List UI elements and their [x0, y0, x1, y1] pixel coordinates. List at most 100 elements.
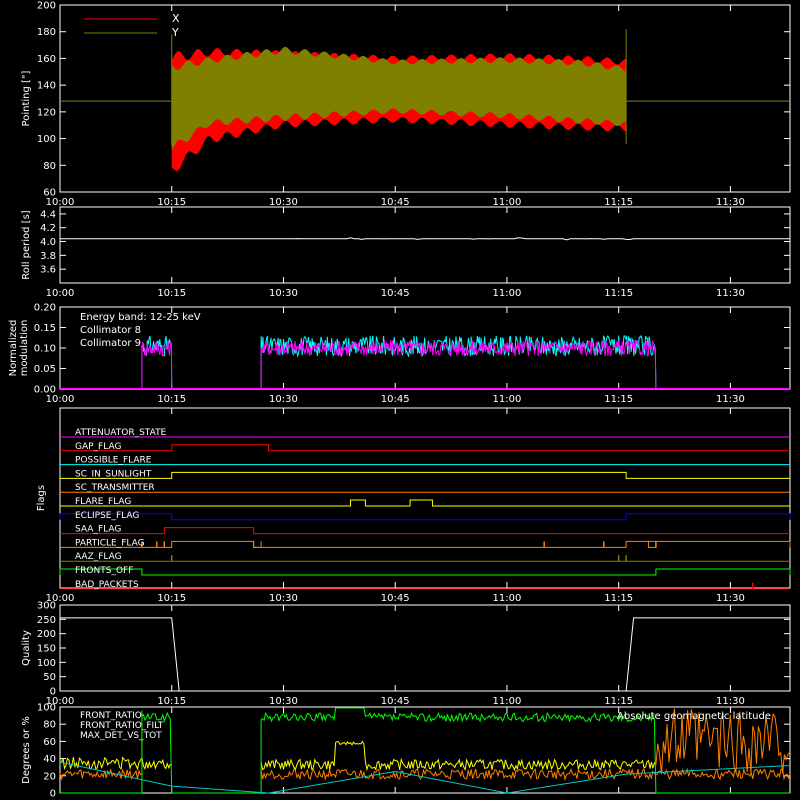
y-axis-label: Degrees or % [21, 716, 32, 784]
x-tick-label: 10:30 [269, 394, 298, 405]
y-tick-label: 4.4 [40, 209, 56, 220]
x-tick-label: 11:15 [604, 288, 633, 299]
flag-label: GAP_FLAG [75, 442, 121, 452]
flag-label: SC_IN_SUNLIGHT [75, 469, 152, 479]
flag-label: PARTICLE_FLAG [75, 538, 145, 548]
y-tick-label: 0.15 [34, 323, 56, 334]
x-tick-label: 11:15 [604, 593, 633, 604]
x-tick-label: 10:00 [46, 394, 75, 405]
quality-line [60, 617, 790, 692]
x-tick-label: 11:30 [716, 394, 745, 405]
y-tick-label: 200 [37, 629, 56, 640]
x-tick-label: 10:15 [157, 696, 186, 707]
flag-label: SAA_FLAG [75, 525, 121, 535]
legend-label-x: X [172, 12, 180, 25]
flag-label: BAD_PACKETS [75, 580, 139, 590]
x-tick-label: 11:00 [493, 593, 522, 604]
x-tick-label: 10:45 [381, 696, 410, 707]
y-tick-label: 100 [37, 703, 56, 714]
y-tick-label: 80 [43, 720, 56, 731]
flag-row-sc-transmitter: SC_TRANSMITTER [60, 483, 790, 493]
rhessi-summary-figure: 10:00 10:15 10:30 10:45 11:00 11:15 11:30 60 80 1… [8, 1, 791, 800]
flag-row-fronts-off: FRONTS_OFF [59, 566, 791, 576]
y-tick-label: 60 [43, 737, 56, 748]
legend-label-latitude: Absolute geomagnetic latitude [617, 711, 771, 722]
x-tick-label: 10:00 [46, 288, 75, 299]
flag-row-particle-flag: PARTICLE_FLAG [60, 538, 791, 548]
x-tick-label: 10:45 [381, 197, 410, 208]
flag-label: ATTENUATOR_STATE [75, 428, 167, 438]
flag-line [60, 471, 790, 479]
x-tick-label: 10:15 [157, 197, 186, 208]
x-tick-label: 11:30 [716, 696, 745, 707]
flag-label: SC_TRANSMITTER [75, 483, 155, 493]
x-tick-label: 11:00 [493, 288, 522, 299]
legend-label-collimator9: Collimator 9 [80, 338, 141, 349]
y-tick-label: 140 [37, 81, 56, 92]
legend-label-max-det: MAX_DET_VS_TOT [80, 731, 162, 741]
y-tick-label: 120 [37, 107, 56, 118]
x-tick-label: 10:15 [157, 288, 186, 299]
flag-label: AAZ_FLAG [75, 552, 122, 562]
x-tick-label: 11:00 [493, 394, 522, 405]
x-tick-label: 10:30 [269, 593, 298, 604]
modulation-line-collimator9 [141, 339, 657, 390]
flag-label: POSSIBLE_FLARE [75, 456, 152, 466]
flag-dip [253, 541, 262, 548]
flag-line [60, 540, 791, 548]
y-tick-label: 20 [43, 771, 56, 782]
y-axis-label: Roll period [s] [21, 210, 32, 279]
y-tick-label: 100 [37, 658, 56, 669]
x-tick-label: 10:30 [269, 288, 298, 299]
x-tick-label: 10:30 [269, 696, 298, 707]
legend-label-front-ratio: FRONT_RATIO [80, 711, 142, 721]
y-tick-label: 80 [43, 161, 56, 172]
legend-label-collimator8: Collimator 8 [80, 325, 141, 336]
roll-period-panel-frame [59, 206, 791, 284]
flag-label: FRONTS_OFF [75, 566, 133, 576]
x-tick-label: 11:00 [493, 197, 522, 208]
x-tick-label: 11:00 [493, 696, 522, 707]
x-tick-label: 11:15 [604, 394, 633, 405]
x-tick-label: 10:15 [157, 593, 186, 604]
y-axis-label: Normalizedmodulation [8, 320, 30, 377]
flag-row-possible-flare: POSSIBLE_FLARE [60, 456, 790, 466]
y-axis-label: Flags [36, 485, 47, 511]
flag-label: FLARE_FLAG [75, 497, 131, 507]
y-tick-label: 0.05 [34, 364, 56, 375]
x-tick-label: 11:30 [716, 288, 745, 299]
flag-row-bad-packets: BAD_PACKETS [60, 580, 790, 590]
y-tick-label: 0.20 [34, 303, 56, 314]
y-tick-label: 40 [43, 754, 56, 765]
flag-line [60, 527, 790, 535]
flag-row-aaz-flag: AAZ_FLAG [60, 552, 790, 562]
flag-line [60, 499, 790, 507]
x-tick-label: 11:15 [604, 197, 633, 208]
y-tick-label: 4.2 [40, 223, 56, 234]
x-tick-label: 10:15 [157, 394, 186, 405]
y-tick-label: 300 [37, 601, 56, 612]
x-tick-label: 10:30 [269, 197, 298, 208]
ratio-line-0 [59, 740, 657, 772]
modulation-line-collimator8 [141, 334, 657, 390]
flag-row-attenuator-state: ATTENUATOR_STATE [60, 428, 790, 438]
flag-row-gap-flag: GAP_FLAG [60, 442, 790, 452]
y-tick-label: 250 [37, 615, 56, 626]
y-tick-label: 0 [50, 687, 56, 698]
x-tick-label: 10:45 [381, 288, 410, 299]
flag-line [60, 444, 790, 452]
y-tick-label: 180 [37, 27, 56, 38]
flag-line [59, 513, 791, 521]
y-axis-label: Pointing ["] [21, 70, 32, 126]
x-tick-label: 10:45 [381, 394, 410, 405]
energy-band-annotation: Energy band: 12-25 keV [80, 312, 201, 323]
flag-dip [647, 541, 657, 548]
x-tick-label: 11:30 [716, 593, 745, 604]
flag-row-eclipse-flag: ECLIPSE_FLAG [59, 511, 791, 521]
roll-period-line [60, 237, 790, 241]
flag-row-flare-flag: FLARE_FLAG [60, 497, 790, 507]
y-tick-label: 200 [37, 1, 56, 12]
x-tick-label: 11:30 [716, 197, 745, 208]
x-tick-label: 11:15 [604, 696, 633, 707]
flag-label: ECLIPSE_FLAG [75, 511, 139, 521]
